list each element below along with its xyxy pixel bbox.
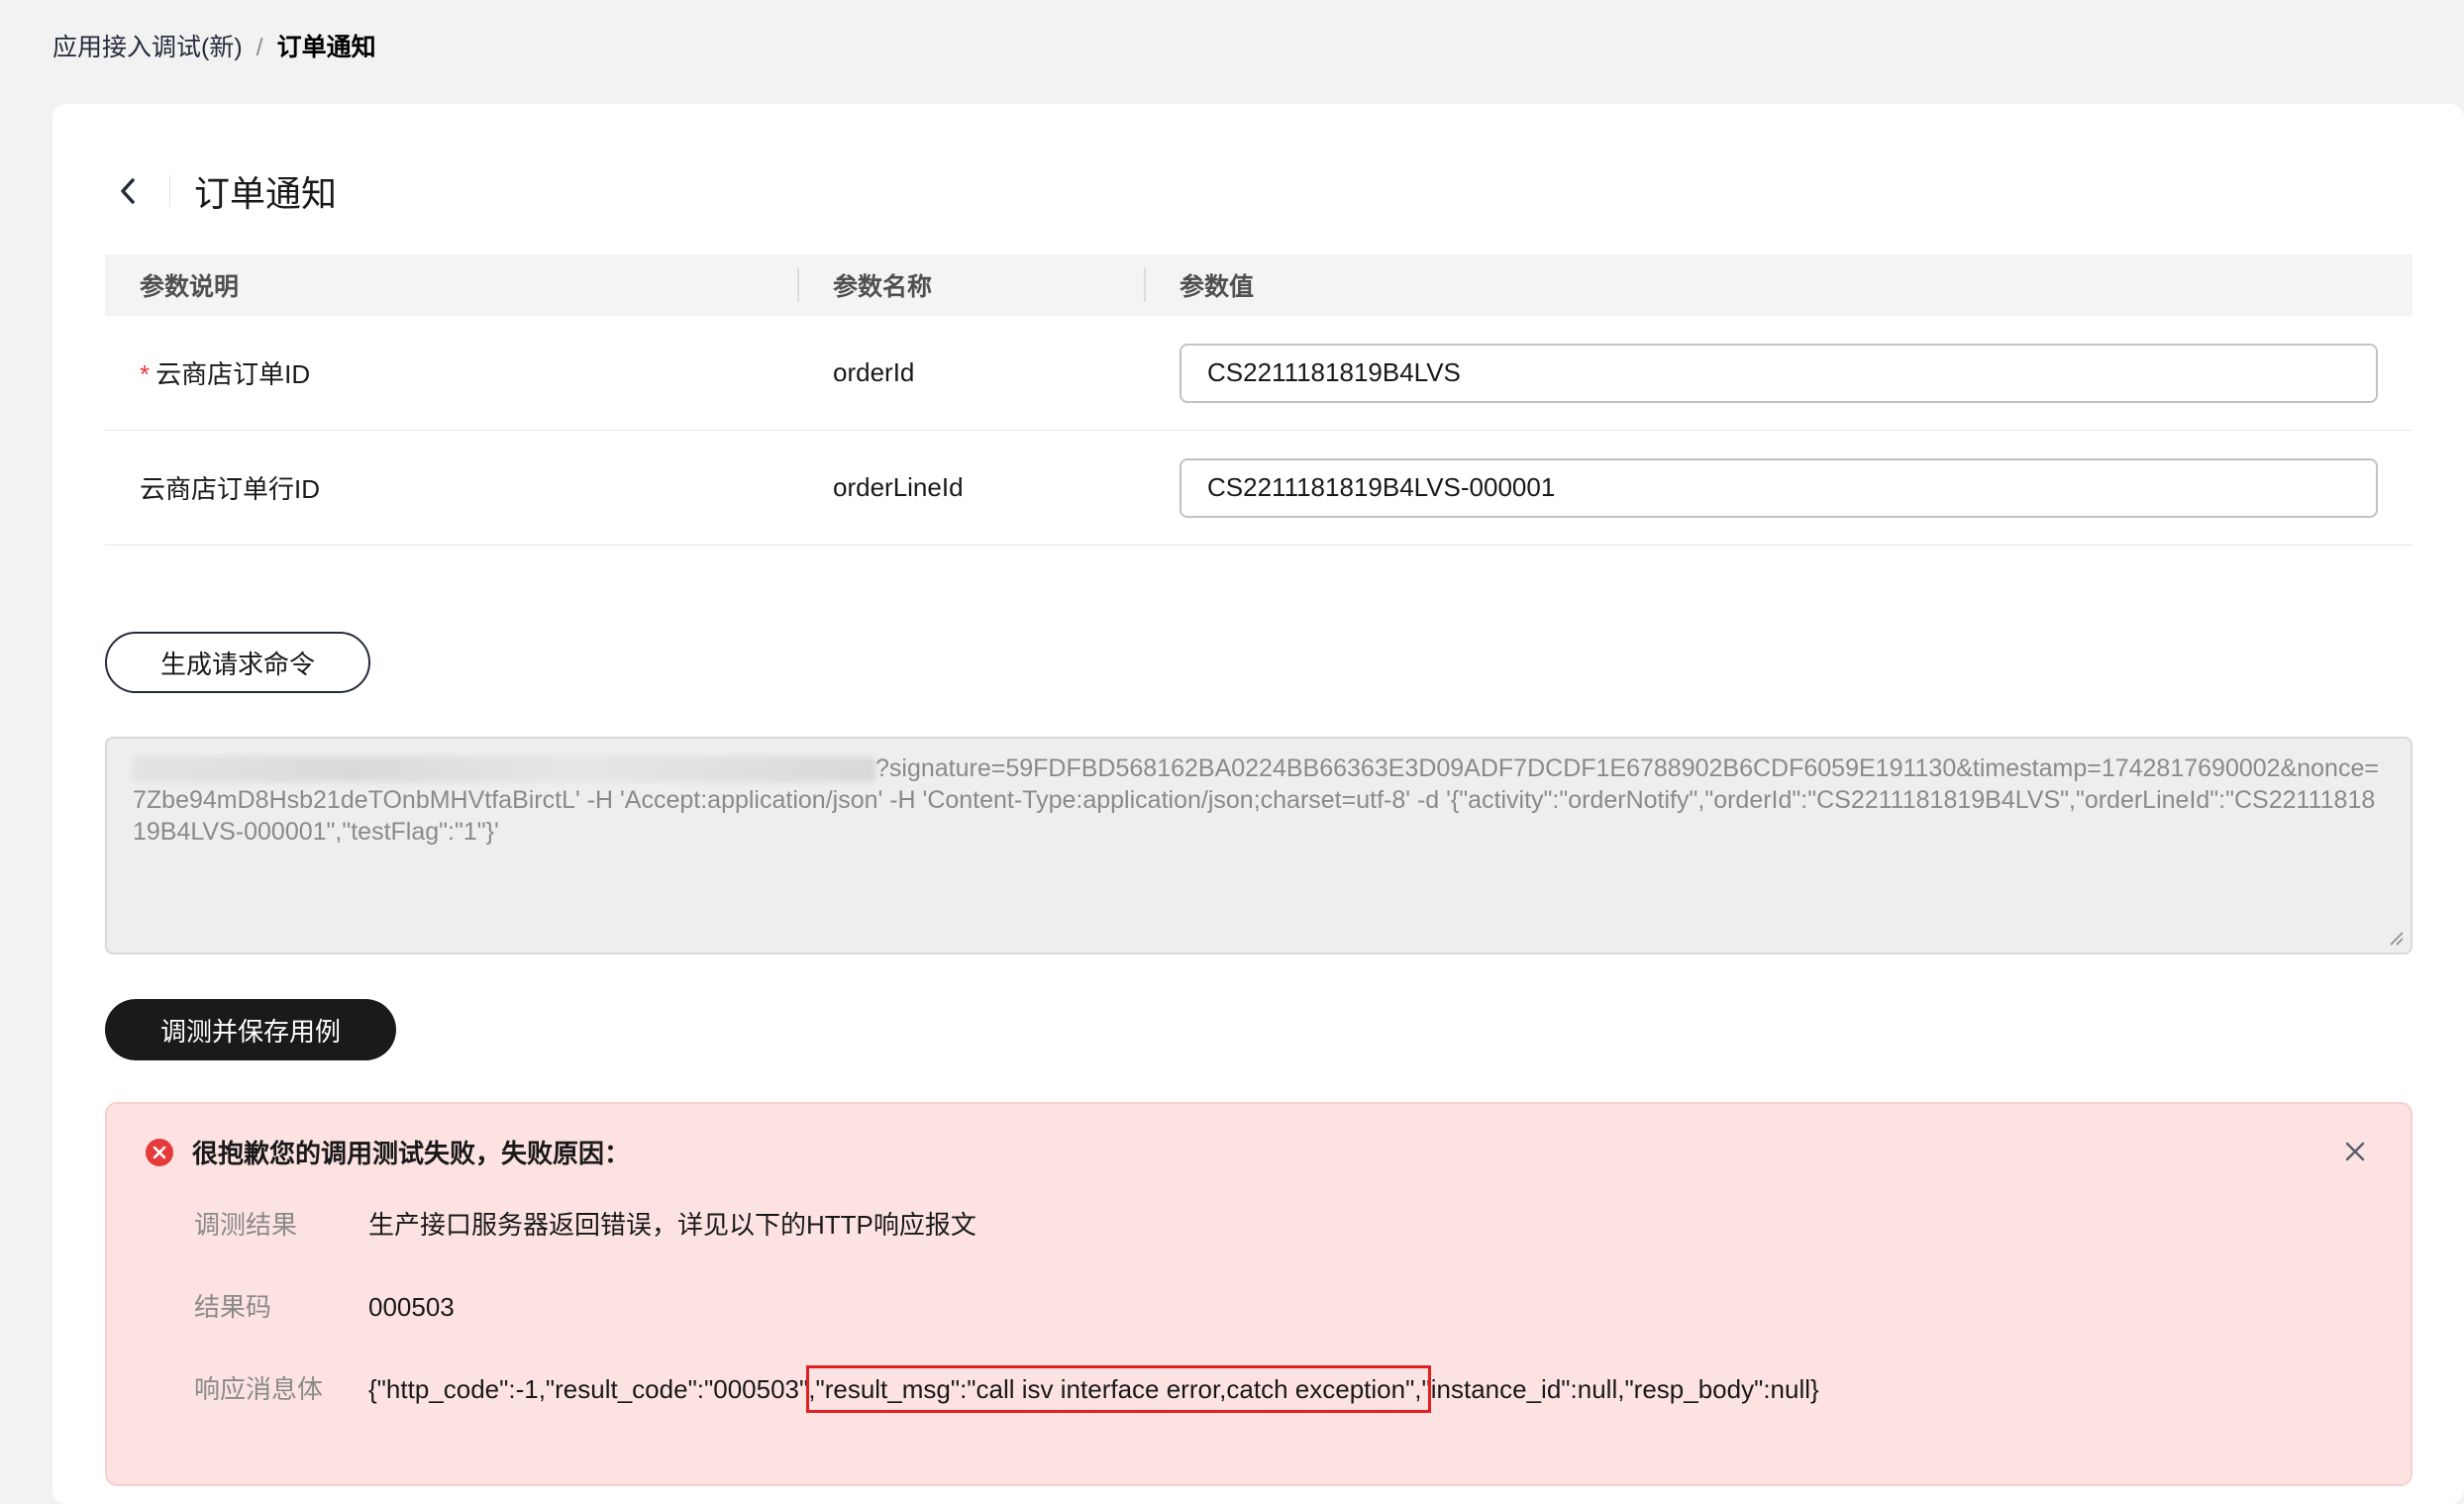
resize-handle-icon[interactable] bbox=[2387, 929, 2405, 947]
table-header: 参数说明 参数名称 参数值 bbox=[105, 254, 2413, 316]
column-header-value: 参数值 bbox=[1144, 254, 2413, 316]
required-star: * bbox=[140, 359, 151, 389]
generate-command-button[interactable]: 生成请求命令 bbox=[105, 632, 370, 693]
order-id-input[interactable] bbox=[1180, 343, 2378, 403]
result-row: 调测结果 生产接口服务器返回错误，详见以下的HTTP响应报文 bbox=[194, 1207, 976, 1243]
body-suffix: "instance_id":null,"resp_body":null} bbox=[1421, 1374, 1819, 1404]
param-desc: 云商店订单行ID bbox=[140, 474, 321, 504]
breadcrumb: 应用接入调试(新) / 订单通知 bbox=[52, 30, 376, 65]
param-desc-text: 云商店订单ID bbox=[155, 359, 311, 389]
body-label: 响应消息体 bbox=[194, 1374, 324, 1404]
body-row: 响应消息体 {"http_code":-1,"result_code":"000… bbox=[194, 1365, 1819, 1413]
param-value-cell bbox=[1144, 457, 2413, 518]
title-divider bbox=[169, 175, 170, 207]
code-value: 000503 bbox=[368, 1292, 455, 1322]
result-label: 调测结果 bbox=[194, 1210, 298, 1240]
column-header-name: 参数名称 bbox=[797, 254, 1144, 316]
param-value-cell bbox=[1144, 343, 2413, 403]
error-panel: 很抱歉您的调用测试失败，失败原因： 调测结果 生产接口服务器返回错误，详见以下的… bbox=[105, 1102, 2413, 1486]
param-desc: * 云商店订单ID bbox=[105, 354, 797, 391]
redacted-url bbox=[133, 756, 875, 783]
command-textarea[interactable]: ?signature=59FDFBD568162BA0224BB66363E3D… bbox=[105, 737, 2413, 954]
code-row: 结果码 000503 bbox=[194, 1289, 455, 1325]
body-highlight-box: "result_msg":"call isv interface error,c… bbox=[806, 1365, 1431, 1413]
chevron-left-icon bbox=[121, 178, 135, 204]
close-icon[interactable] bbox=[2337, 1134, 2373, 1169]
result-value: 生产接口服务器返回错误，详见以下的HTTP响应报文 bbox=[368, 1210, 976, 1240]
error-circle-icon bbox=[146, 1138, 173, 1166]
param-name: orderLineId bbox=[833, 472, 964, 502]
breadcrumb-separator: / bbox=[256, 34, 263, 61]
table-row: * 云商店订单ID orderId bbox=[105, 316, 2413, 431]
order-line-id-input[interactable] bbox=[1180, 457, 2378, 518]
test-and-save-button[interactable]: 调测并保存用例 bbox=[105, 999, 396, 1060]
column-header-desc: 参数说明 bbox=[140, 273, 240, 301]
param-name: orderId bbox=[833, 357, 915, 387]
page-header: 订单通知 bbox=[108, 161, 337, 221]
breadcrumb-parent-link[interactable]: 应用接入调试(新) bbox=[52, 30, 243, 65]
error-header: 很抱歉您的调用测试失败，失败原因： bbox=[145, 1134, 630, 1170]
breadcrumb-current: 订单通知 bbox=[276, 34, 376, 61]
table-row: 云商店订单行ID orderLineId bbox=[105, 431, 2413, 546]
body-value: {"http_code":-1,"result_code":"000503","… bbox=[368, 1365, 1819, 1413]
param-table: 参数说明 参数名称 参数值 *云商店订单ID orderId 云商店订单行ID … bbox=[105, 254, 2413, 546]
body-prefix: {"http_code":-1,"result_code":"000503", bbox=[368, 1374, 816, 1404]
back-button[interactable] bbox=[108, 161, 148, 221]
page-title: 订单通知 bbox=[194, 173, 338, 214]
error-title: 很抱歉您的调用测试失败，失败原因： bbox=[192, 1139, 631, 1168]
code-label: 结果码 bbox=[194, 1292, 272, 1322]
main-card: 订单通知 参数说明 参数名称 参数值 *云商店订单ID orderId 云商店订… bbox=[52, 104, 2464, 1504]
